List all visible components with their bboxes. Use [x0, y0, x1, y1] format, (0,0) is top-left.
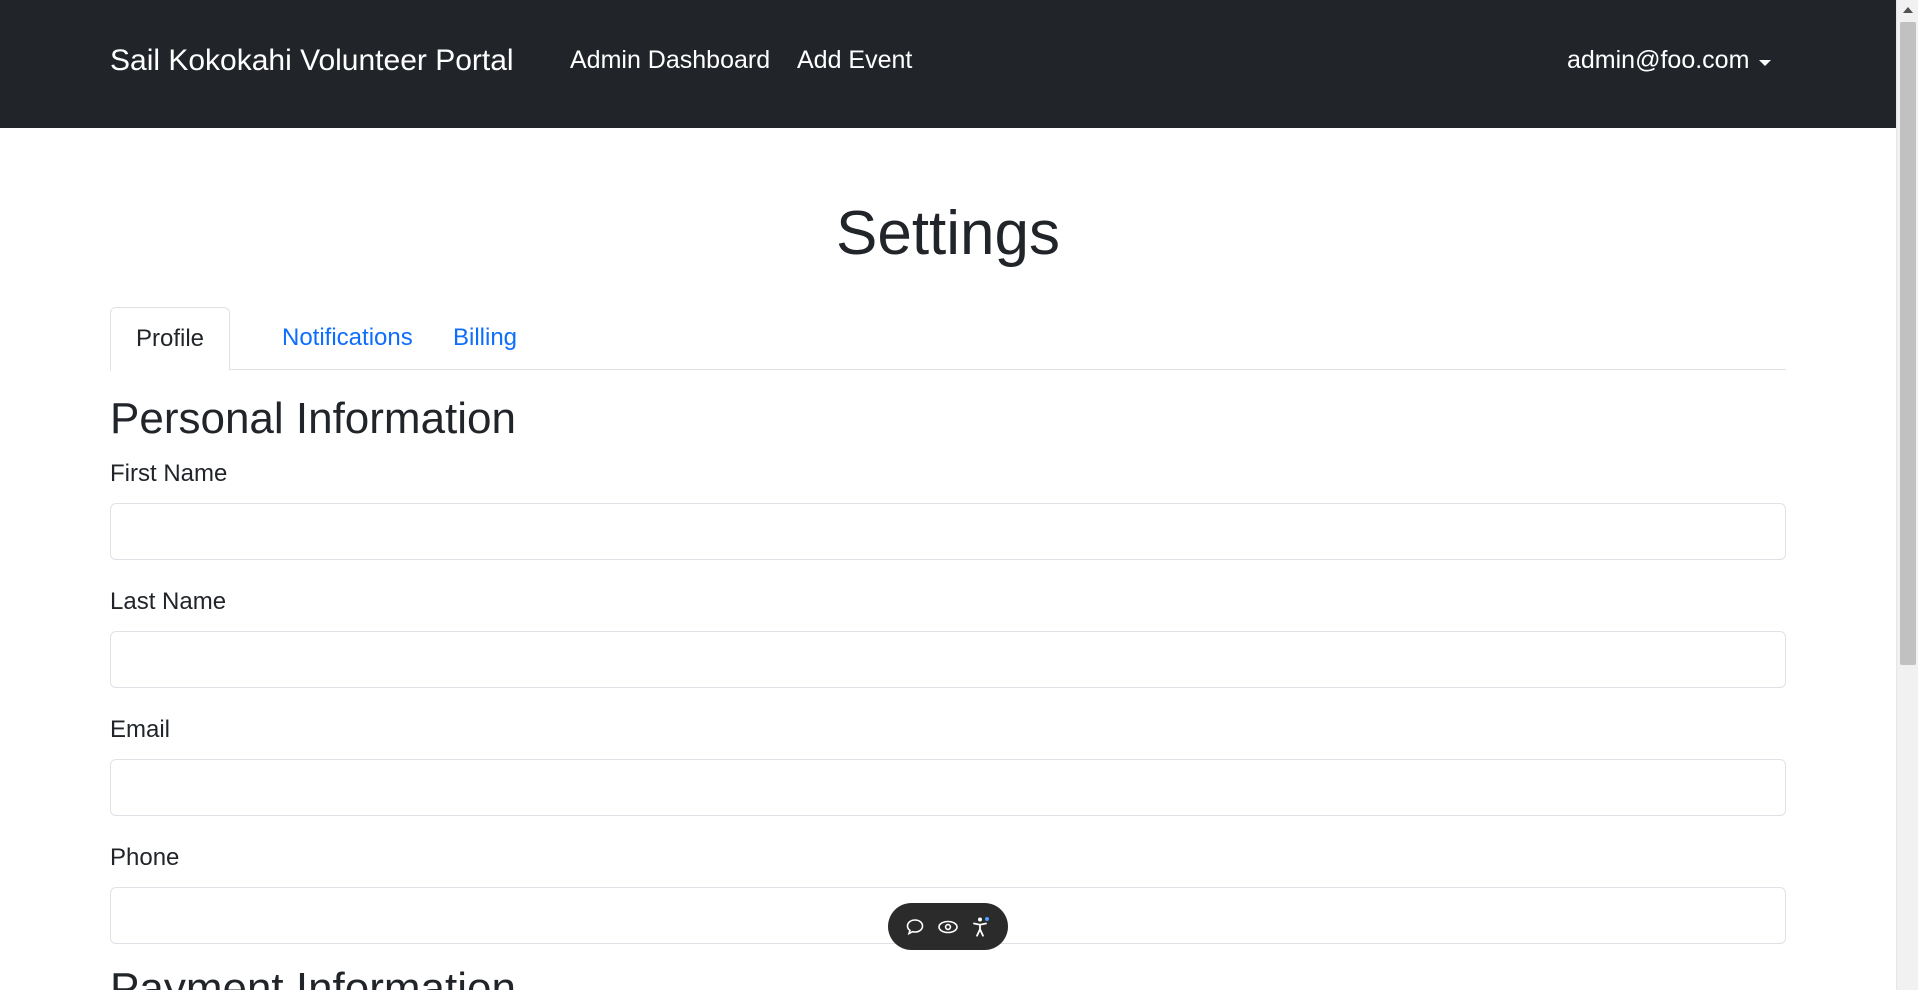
nav-link-admin-dashboard[interactable]: Admin Dashboard: [570, 46, 770, 75]
first-name-field[interactable]: [110, 503, 1786, 560]
settings-tabs: Profile Notifications Billing: [110, 307, 1786, 371]
accessibility-icon[interactable]: [967, 913, 995, 941]
tab-profile[interactable]: Profile: [110, 307, 231, 371]
last-name-field[interactable]: [110, 631, 1786, 688]
caret-down-icon: [1759, 59, 1772, 66]
section-title-personal-information: Personal Information: [110, 394, 516, 443]
page-title: Settings: [835, 199, 1061, 268]
brand-link[interactable]: Sail Kokokahi Volunteer Portal: [110, 44, 514, 78]
top-navbar: Sail Kokokahi Volunteer Portal Admin Das…: [0, 0, 1896, 128]
phone-label: Phone: [110, 844, 180, 871]
vertical-scrollbar[interactable]: [1896, 0, 1918, 990]
section-title-payment-information: Payment Information: [110, 964, 516, 990]
user-email: admin@foo.com: [1567, 46, 1750, 74]
user-menu-dropdown[interactable]: admin@foo.com: [1567, 46, 1772, 75]
scroll-up-arrow-icon[interactable]: [1897, 0, 1918, 20]
nav-link-add-event[interactable]: Add Event: [797, 46, 912, 75]
floating-toolbar: [888, 903, 1008, 950]
email-label: Email: [110, 716, 171, 743]
email-field[interactable]: [110, 759, 1786, 816]
tab-notifications[interactable]: Notifications: [257, 307, 438, 370]
first-name-label: First Name: [110, 460, 228, 487]
tab-billing[interactable]: Billing: [428, 307, 542, 370]
chat-icon[interactable]: [901, 913, 929, 941]
last-name-label: Last Name: [110, 588, 227, 615]
eye-icon[interactable]: [934, 913, 962, 941]
scrollbar-thumb[interactable]: [1900, 22, 1916, 665]
